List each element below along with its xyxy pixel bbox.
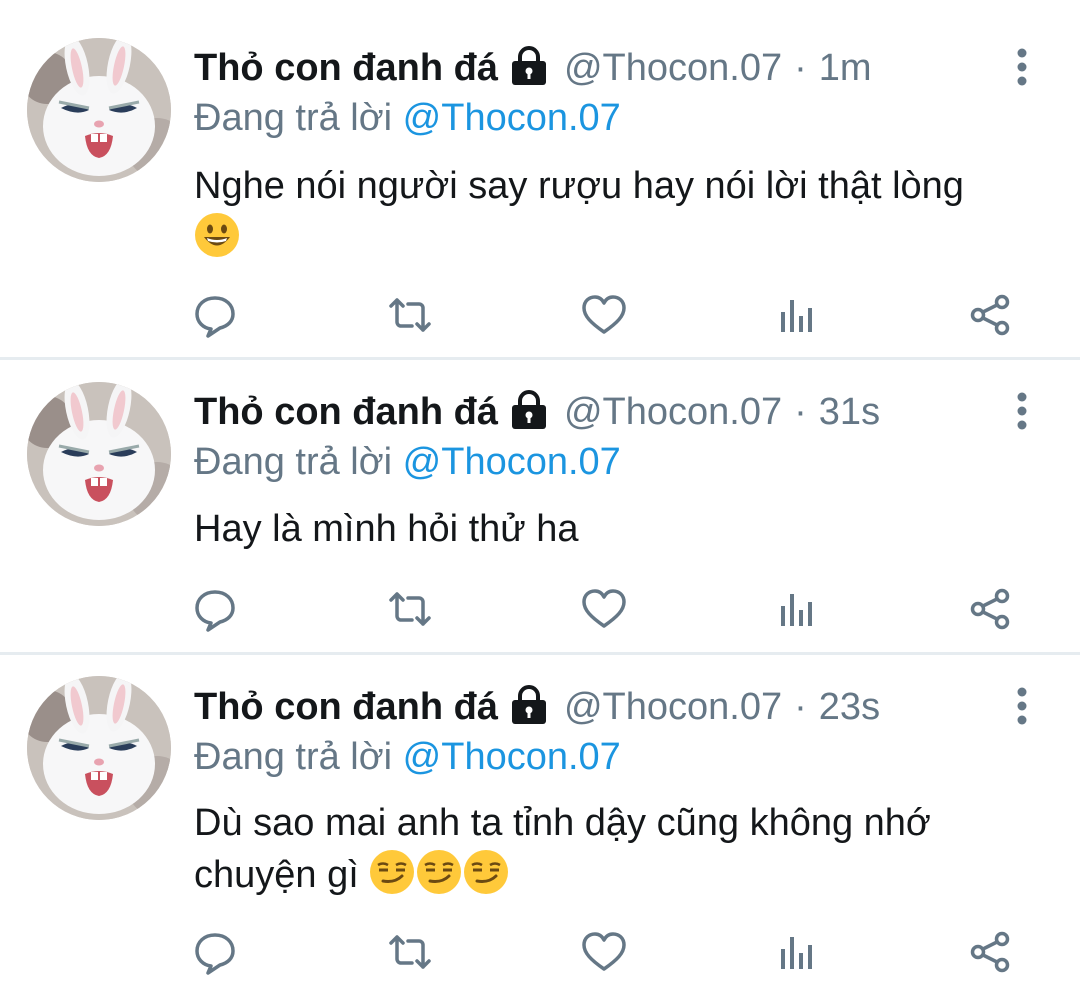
timestamp[interactable]: 31s <box>819 391 880 434</box>
lock-icon <box>508 46 550 96</box>
replying-label: Đang trả lời <box>194 441 393 483</box>
lock-icon <box>508 390 550 440</box>
tweet-text-line <box>194 212 1054 264</box>
separator: · <box>794 390 807 433</box>
replying-to: Đang trả lời @Thocon.07 <box>194 736 621 779</box>
tweet[interactable]: Thỏ con đanh đá @Thocon.07 · 23s Đang tr… <box>0 655 1080 994</box>
handle[interactable]: @Thocon.07 <box>564 686 782 729</box>
analytics-icon[interactable] <box>772 290 822 340</box>
handle[interactable]: @Thocon.07 <box>564 391 782 434</box>
smirking-face-emoji <box>463 849 509 895</box>
tweet-header: Thỏ con đanh đá @Thocon.07 · 31s <box>194 384 880 440</box>
tweet-text-line: Dù sao mai anh ta tỉnh dậy cũng không nh… <box>194 802 931 844</box>
more-vertical-icon[interactable] <box>1008 47 1036 87</box>
more-vertical-icon[interactable] <box>1008 686 1036 726</box>
tweet-text: Nghe nói người say rượu hay nói lời thật… <box>194 160 1054 264</box>
action-bar <box>0 927 1080 977</box>
analytics-icon[interactable] <box>772 927 822 977</box>
share-icon[interactable] <box>966 290 1016 340</box>
replying-label: Đang trả lời <box>194 736 393 778</box>
action-bar <box>0 584 1080 634</box>
retweet-icon[interactable] <box>385 927 435 977</box>
tweet-header: Thỏ con đanh đá @Thocon.07 · 1m <box>194 40 872 96</box>
tweet-text-line: chuyện gì <box>194 849 1054 901</box>
avatar[interactable] <box>27 382 171 526</box>
retweet-icon[interactable] <box>385 584 435 634</box>
reply-icon[interactable] <box>190 927 240 977</box>
lock-icon <box>508 685 550 735</box>
like-icon[interactable] <box>579 290 629 340</box>
tweet-text: Hay là mình hỏi thử ha <box>194 503 1054 555</box>
tweet-header: Thỏ con đanh đá @Thocon.07 · 23s <box>194 679 880 735</box>
analytics-icon[interactable] <box>772 584 822 634</box>
reply-mention-link[interactable]: @Thocon.07 <box>403 441 621 483</box>
display-name[interactable]: Thỏ con đanh đá <box>194 47 498 90</box>
timestamp[interactable]: 23s <box>819 686 880 729</box>
replying-label: Đang trả lời <box>194 97 393 139</box>
tweet-text: Dù sao mai anh ta tỉnh dậy cũng không nh… <box>194 797 1054 901</box>
timestamp[interactable]: 1m <box>819 47 872 90</box>
smirking-face-emoji <box>369 849 415 895</box>
separator: · <box>794 46 807 89</box>
display-name[interactable]: Thỏ con đanh đá <box>194 686 498 729</box>
handle[interactable]: @Thocon.07 <box>564 47 782 90</box>
tweet-text-line: Hay là mình hỏi thử ha <box>194 508 579 550</box>
avatar[interactable] <box>27 676 171 820</box>
reply-mention-link[interactable]: @Thocon.07 <box>403 97 621 139</box>
replying-to: Đang trả lời @Thocon.07 <box>194 441 621 484</box>
grinning-face-emoji <box>194 212 240 258</box>
reply-icon[interactable] <box>190 290 240 340</box>
action-bar <box>0 290 1080 340</box>
more-vertical-icon[interactable] <box>1008 391 1036 431</box>
tweet[interactable]: Thỏ con đanh đá @Thocon.07 · 1m Đang trả… <box>0 0 1080 358</box>
rabbit-avatar-image <box>27 38 171 182</box>
smirking-face-emoji <box>416 849 462 895</box>
retweet-icon[interactable] <box>385 290 435 340</box>
like-icon[interactable] <box>579 584 629 634</box>
rabbit-avatar-image <box>27 676 171 820</box>
rabbit-avatar-image <box>27 382 171 526</box>
tweet-text-line: Nghe nói người say rượu hay nói lời thật… <box>194 165 964 207</box>
separator: · <box>794 685 807 728</box>
share-icon[interactable] <box>966 927 1016 977</box>
tweet[interactable]: Thỏ con đanh đá @Thocon.07 · 31s Đang tr… <box>0 360 1080 652</box>
avatar[interactable] <box>27 38 171 182</box>
replying-to: Đang trả lời @Thocon.07 <box>194 97 621 140</box>
like-icon[interactable] <box>579 927 629 977</box>
reply-mention-link[interactable]: @Thocon.07 <box>403 736 621 778</box>
display-name[interactable]: Thỏ con đanh đá <box>194 391 498 434</box>
share-icon[interactable] <box>966 584 1016 634</box>
reply-icon[interactable] <box>190 584 240 634</box>
